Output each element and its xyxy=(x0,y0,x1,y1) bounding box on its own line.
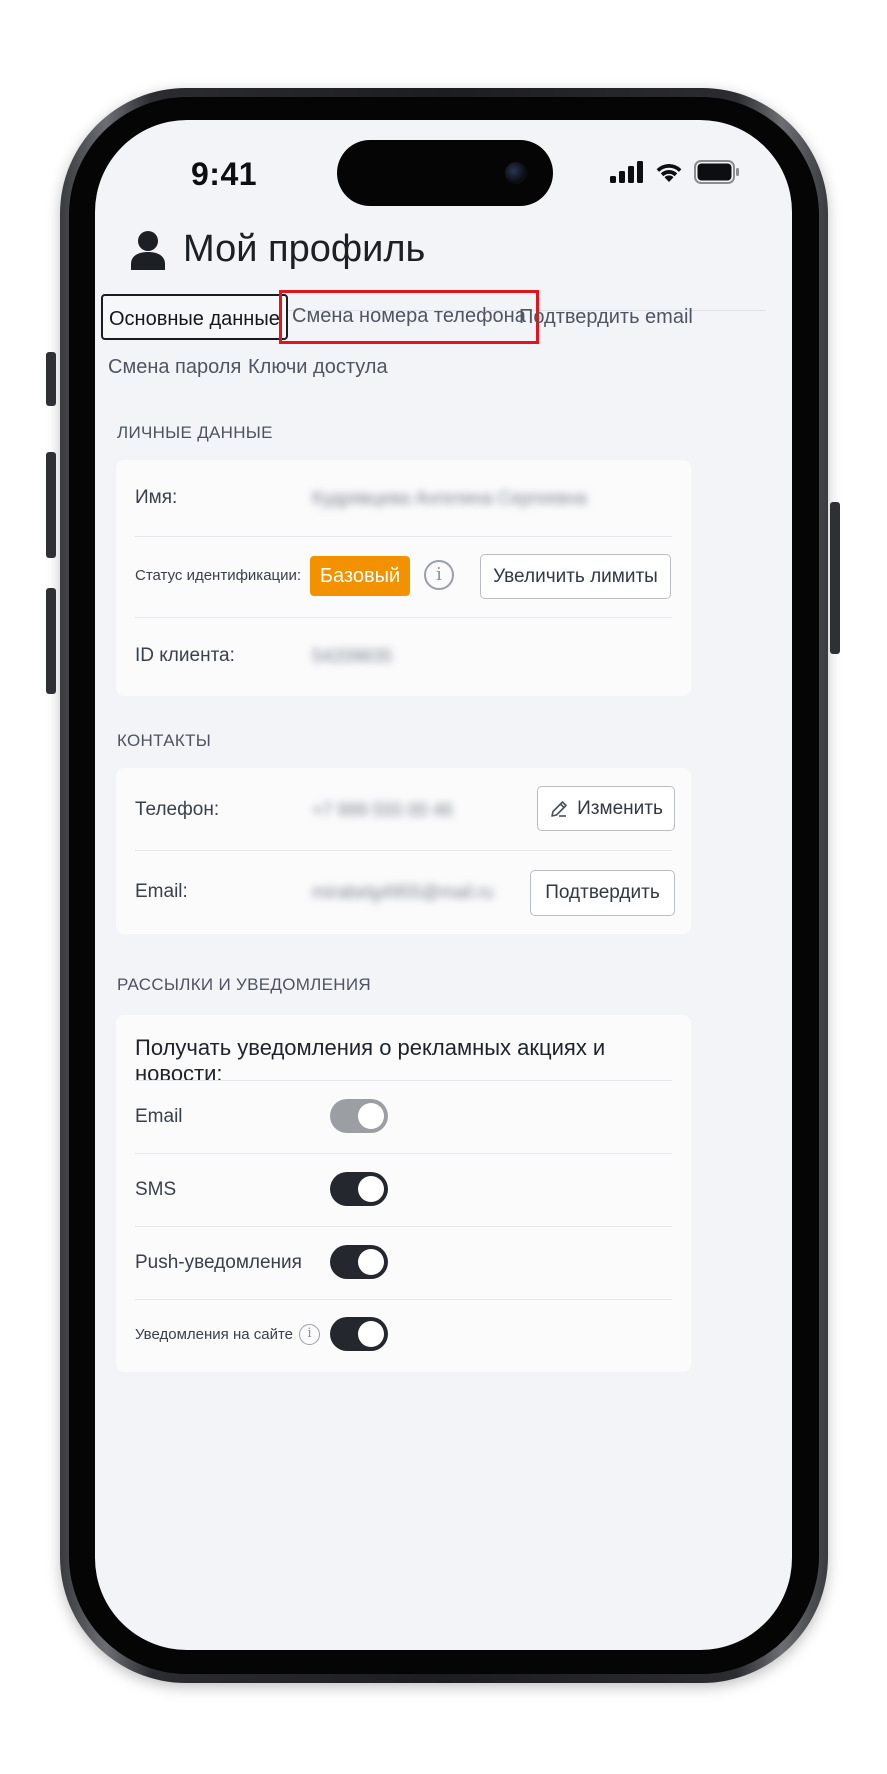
row-divider xyxy=(135,850,672,851)
volume-down-button xyxy=(46,588,56,694)
section-title-notifications: РАССЫЛКИ И УВЕДОМЛЕНИЯ xyxy=(117,975,371,994)
toggle-knob xyxy=(358,1321,384,1347)
notif-push-label: Push-уведомления xyxy=(135,1252,302,1273)
email-toggle[interactable] xyxy=(330,1099,388,1133)
notif-email-label: Email xyxy=(135,1106,183,1127)
tab-access-keys[interactable]: Ключи достула xyxy=(248,344,388,390)
power-button xyxy=(830,502,840,654)
edit-phone-button[interactable]: Изменить xyxy=(537,786,675,831)
email-label: Email: xyxy=(135,881,188,902)
pencil-icon xyxy=(551,800,567,817)
push-toggle[interactable] xyxy=(330,1245,388,1279)
status-icons xyxy=(610,160,740,184)
action-button xyxy=(46,352,56,406)
front-camera xyxy=(505,162,527,184)
client-id-label: ID клиента: xyxy=(135,645,235,666)
phone-value: +7 999 555 00 46 xyxy=(312,800,453,820)
site-notifications-toggle[interactable] xyxy=(330,1317,388,1351)
status-time: 9:41 xyxy=(191,156,258,192)
email-value: mirabelg4955@mail.ru xyxy=(312,882,494,902)
dynamic-island xyxy=(337,140,553,206)
tab-change-phone[interactable]: Смена номера телефона xyxy=(279,290,539,344)
sms-toggle[interactable] xyxy=(330,1172,388,1206)
signal-icon xyxy=(610,161,643,183)
client-id-value: 54209835 xyxy=(312,646,393,666)
phone-screen: 9:41 Мой профиль Основные данные Смена н… xyxy=(95,120,792,1650)
section-title-contacts: КОНТАКТЫ xyxy=(117,731,212,750)
info-icon[interactable]: i xyxy=(299,1324,320,1345)
confirm-email-button[interactable]: Подтвердить xyxy=(530,870,675,916)
row-divider xyxy=(135,1299,672,1300)
row-divider xyxy=(135,1226,672,1227)
row-divider xyxy=(135,1080,672,1081)
toggle-knob xyxy=(358,1103,384,1129)
tab-main-data[interactable]: Основные данные xyxy=(101,294,288,340)
page-title: Мой профиль xyxy=(183,228,426,270)
personal-data-card: Имя: Кудрявцева Ангелина Сергеевна Стату… xyxy=(116,460,691,696)
tab-change-password[interactable]: Смена пароля xyxy=(108,344,241,390)
tab-confirm-email[interactable]: Подтвердить email xyxy=(519,294,693,340)
info-icon[interactable]: i xyxy=(424,560,454,590)
phone-label: Телефон: xyxy=(135,799,220,820)
status-badge: Базовый xyxy=(310,556,410,596)
edit-phone-button-label: Изменить xyxy=(577,797,663,819)
row-divider xyxy=(135,536,672,537)
toggle-knob xyxy=(358,1176,384,1202)
notifications-card: Получать уведомления о рекламных акциях … xyxy=(116,1015,691,1372)
row-divider xyxy=(135,1153,672,1154)
page-header: Мой профиль xyxy=(131,228,425,271)
battery-icon xyxy=(694,160,739,184)
user-icon xyxy=(131,230,165,270)
notif-sms-label: SMS xyxy=(135,1179,177,1200)
volume-up-button xyxy=(46,452,56,558)
increase-limits-button[interactable]: Увеличить лимиты xyxy=(480,554,671,599)
section-title-personal: ЛИЧНЫЕ ДАННЫЕ xyxy=(117,423,273,442)
toggle-knob xyxy=(358,1249,384,1275)
row-divider xyxy=(135,617,672,618)
notif-site-label: Уведомления на сайте xyxy=(135,1326,294,1343)
name-value: Кудрявцева Ангелина Сергеевна xyxy=(312,488,587,508)
identification-status-label: Статус идентификации: xyxy=(135,567,302,584)
name-label: Имя: xyxy=(135,487,178,508)
wifi-icon xyxy=(656,164,682,182)
contacts-card: Телефон: +7 999 555 00 46 Изменить Email… xyxy=(116,768,691,934)
